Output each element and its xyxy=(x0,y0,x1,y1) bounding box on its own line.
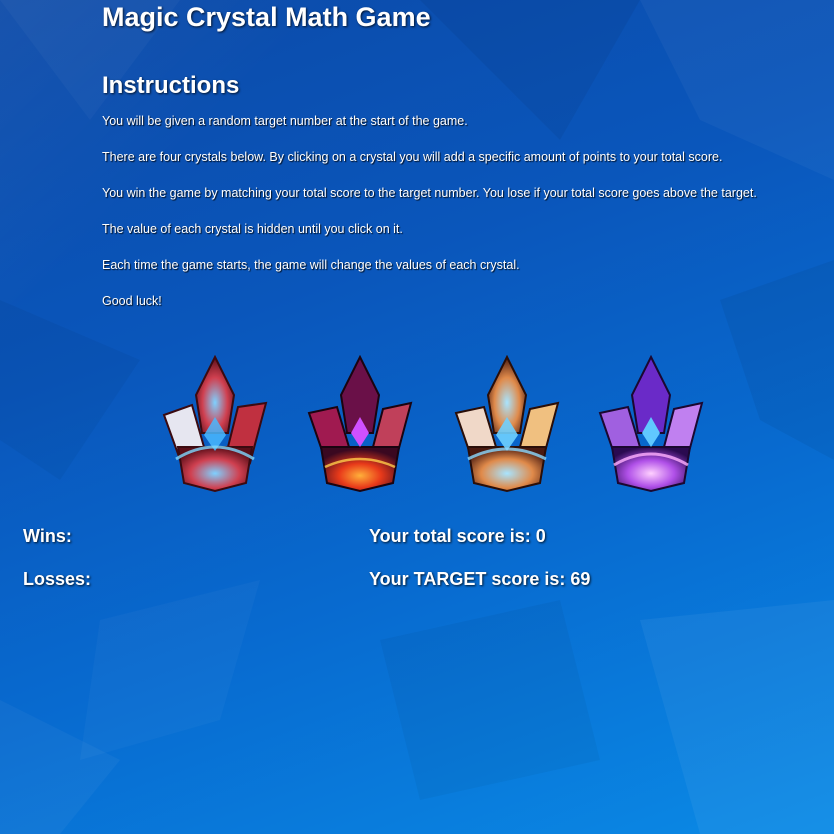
instruction-line: Good luck! xyxy=(102,294,162,308)
instruction-line: The value of each crystal is hidden unti… xyxy=(102,222,403,236)
violet-crystal-icon xyxy=(598,355,704,493)
instruction-line: You will be given a random target number… xyxy=(102,114,468,128)
game-title: Magic Crystal Math Game xyxy=(102,2,431,32)
orange-blue-crystal-icon xyxy=(454,355,560,493)
instruction-line: You win the game by matching your total … xyxy=(102,186,757,200)
total-score-label: Your total score is: 0 xyxy=(369,526,546,546)
crystal-button-1[interactable] xyxy=(158,355,272,495)
instruction-line: There are four crystals below. By clicki… xyxy=(102,150,723,164)
target-score-label: Your TARGET score is: 69 xyxy=(369,569,591,589)
crystal-button-3[interactable] xyxy=(450,355,564,495)
instructions-heading: Instructions xyxy=(102,72,240,99)
losses-label: Losses: xyxy=(23,569,92,589)
instruction-line: Each time the game starts, the game will… xyxy=(102,258,520,272)
wins-label: Wins: xyxy=(23,526,72,546)
red-blue-crystal-icon xyxy=(162,355,268,493)
crystal-button-2[interactable] xyxy=(303,355,417,495)
crystal-button-4[interactable] xyxy=(594,355,708,495)
purple-red-crystal-icon xyxy=(307,355,413,493)
